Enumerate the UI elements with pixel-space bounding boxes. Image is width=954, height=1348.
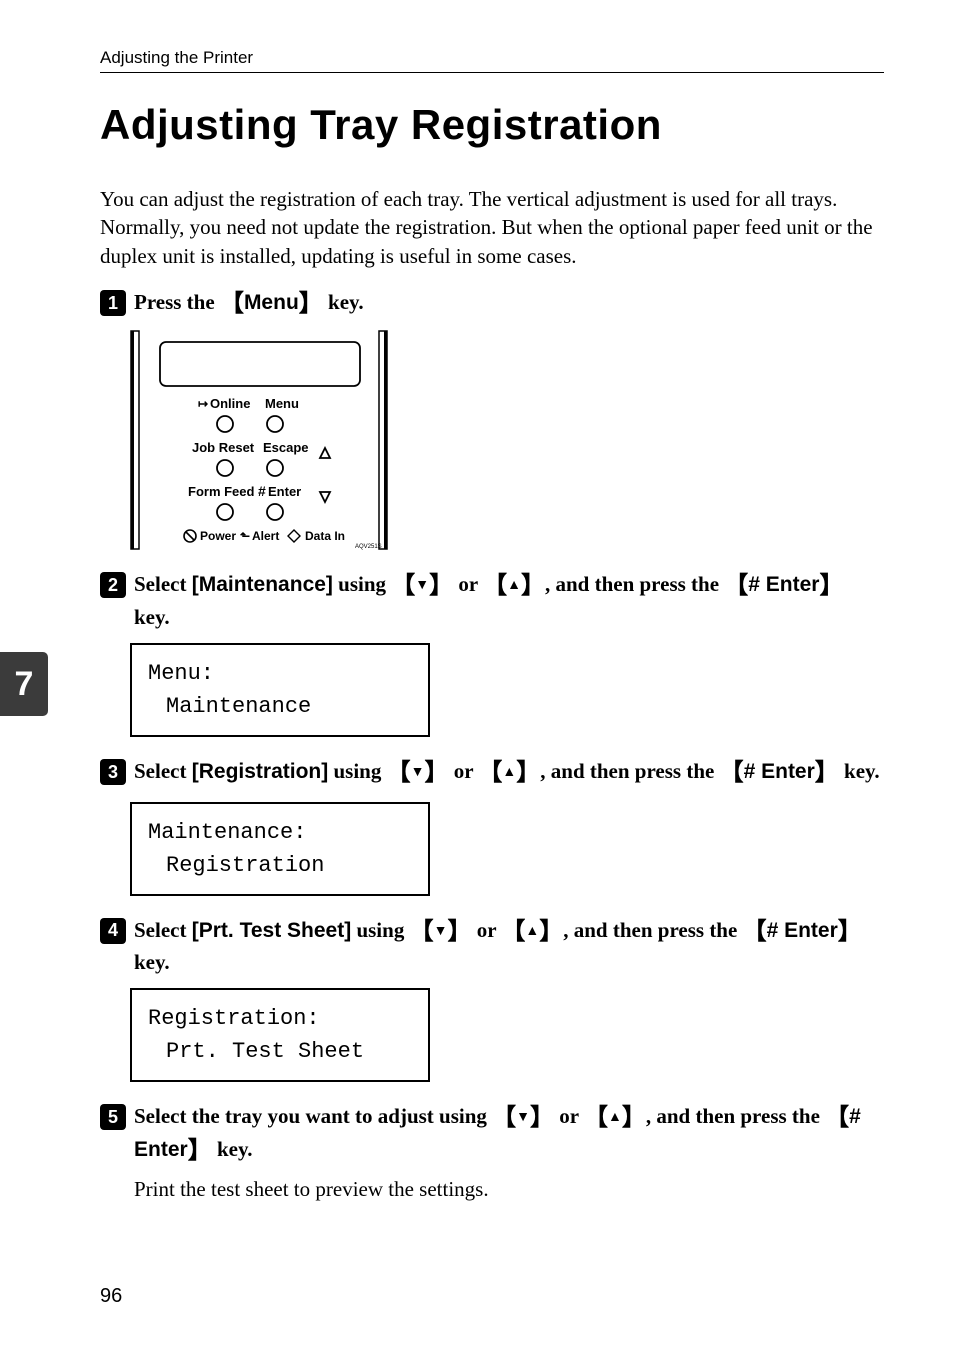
- down-triangle-icon: ▼: [434, 924, 448, 939]
- up-triangle-icon: ▲: [507, 578, 521, 593]
- lcd-display-1: Menu: Maintenance: [130, 643, 430, 737]
- lcd-display-2: Maintenance: Registration: [130, 802, 430, 896]
- svg-text:#: #: [258, 483, 266, 499]
- hash-icon: #: [767, 919, 785, 942]
- lcd-line: Registration:: [148, 1002, 412, 1035]
- svg-text:Enter: Enter: [268, 484, 301, 499]
- step-number: 3: [100, 759, 126, 785]
- step-5: 5 Select the tray you want to adjust usi…: [100, 1102, 884, 1167]
- step-text: Select [Maintenance] using ▼ or ▲, and t…: [134, 570, 884, 631]
- page-title: Adjusting Tray Registration: [100, 101, 884, 149]
- step-number: 2: [100, 572, 126, 598]
- down-triangle-icon: ▼: [516, 1110, 530, 1125]
- up-triangle-icon: ▲: [525, 924, 539, 939]
- svg-text:Alert: Alert: [252, 529, 279, 543]
- step-number: 4: [100, 918, 126, 944]
- svg-text:Form Feed: Form Feed: [188, 484, 255, 499]
- intro-paragraph: You can adjust the registration of each …: [100, 185, 884, 270]
- svg-text:↦: ↦: [198, 397, 208, 411]
- down-triangle-icon: ▼: [415, 578, 429, 593]
- hash-icon: #: [849, 1105, 861, 1128]
- lcd-line: Menu:: [148, 657, 412, 690]
- lcd-line: Registration: [148, 849, 412, 882]
- step-3: 3 Select [Registration] using ▼ or ▲, an…: [100, 757, 884, 789]
- hash-icon: #: [748, 573, 766, 596]
- header-rule: [100, 72, 884, 73]
- step-number: 5: [100, 1104, 126, 1130]
- up-triangle-icon: ▲: [608, 1110, 622, 1125]
- step-1: 1 Press the Menu key.: [100, 288, 884, 320]
- printer-control-panel: ↦ Online Menu Job Reset Escape Form Feed…: [130, 330, 884, 550]
- step-number: 1: [100, 290, 126, 316]
- svg-text:Data In: Data In: [305, 529, 345, 543]
- svg-text:Escape: Escape: [263, 440, 309, 455]
- svg-text:Menu: Menu: [265, 396, 299, 411]
- step-text: Select the tray you want to adjust using…: [134, 1102, 884, 1167]
- page-number: 96: [100, 1285, 122, 1308]
- chapter-tab: 7: [0, 652, 48, 716]
- lcd-line: Maintenance:: [148, 816, 412, 849]
- breadcrumb: Adjusting the Printer: [100, 48, 884, 68]
- svg-text:AQV251S: AQV251S: [355, 544, 382, 550]
- down-triangle-icon: ▼: [411, 765, 425, 780]
- svg-text:Job Reset: Job Reset: [192, 440, 255, 455]
- step-text: Press the Menu key.: [134, 288, 364, 320]
- lcd-line: Prt. Test Sheet: [148, 1035, 412, 1068]
- lcd-display-3: Registration: Prt. Test Sheet: [130, 988, 430, 1082]
- step-4: 4 Select [Prt. Test Sheet] using ▼ or ▲,…: [100, 916, 884, 977]
- svg-text:⬑: ⬑: [240, 529, 250, 543]
- step-5-sub: Print the test sheet to preview the sett…: [134, 1175, 884, 1203]
- svg-text:Power: Power: [200, 529, 236, 543]
- up-triangle-icon: ▲: [502, 765, 516, 780]
- lcd-line: Maintenance: [148, 690, 412, 723]
- hash-icon: #: [744, 760, 762, 783]
- step-2: 2 Select [Maintenance] using ▼ or ▲, and…: [100, 570, 884, 631]
- step-text: Select [Prt. Test Sheet] using ▼ or ▲, a…: [134, 916, 884, 977]
- svg-text:Online: Online: [210, 396, 250, 411]
- step-text: Select [Registration] using ▼ or ▲, and …: [134, 757, 880, 789]
